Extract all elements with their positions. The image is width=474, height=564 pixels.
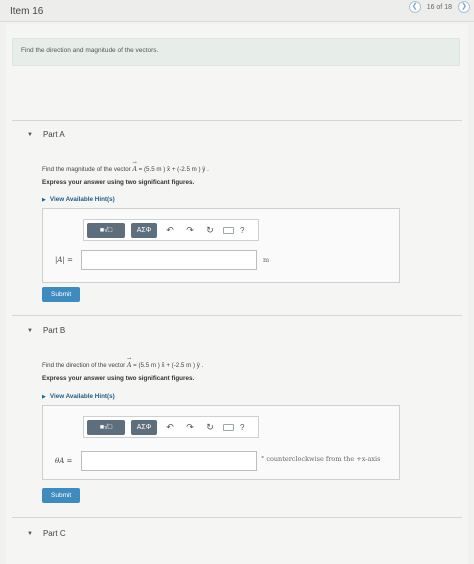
- templates-button[interactable]: ■√□: [87, 222, 125, 238]
- item-title: Item 16: [10, 6, 44, 17]
- pager-count: 16 of 18: [426, 3, 452, 11]
- templates-button[interactable]: ■√□: [87, 419, 125, 435]
- part-b-submit-button[interactable]: Submit: [42, 488, 81, 503]
- redo-icon[interactable]: ↷: [183, 422, 197, 433]
- undo-icon[interactable]: ↶: [163, 422, 177, 433]
- top-bar: Item 16 ❮ 16 of 18 ❯: [0, 0, 474, 22]
- redo-icon[interactable]: ↷: [183, 225, 197, 236]
- part-a-answer-box: ■√□ ΑΣΦ ↶ ↷ ↻ ? |A| = m: [42, 208, 400, 283]
- instruction-banner: Find the direction and magnitude of the …: [12, 38, 460, 66]
- divider: [12, 315, 462, 316]
- part-a-hint-toggle[interactable]: ▶ View Available Hint(s): [42, 196, 115, 203]
- caret-down-icon[interactable]: ▼: [27, 328, 33, 334]
- vector-a-symbol: A: [132, 166, 136, 173]
- reset-icon[interactable]: ↻: [203, 422, 217, 433]
- part-b-answer-input[interactable]: [81, 451, 257, 471]
- part-b-answer-label: θA =: [55, 457, 73, 465]
- keyboard-icon[interactable]: [223, 423, 234, 431]
- part-b-answer-box: ■√□ ΑΣΦ ↶ ↷ ↻ ? θA = ° counterclockwise …: [42, 405, 400, 480]
- caret-right-icon: ▶: [42, 393, 46, 400]
- part-a-submit-button[interactable]: Submit: [42, 287, 81, 302]
- greek-symbols-button[interactable]: ΑΣΦ: [131, 222, 157, 238]
- part-a-math-toolbar: ■√□ ΑΣΦ ↶ ↷ ↻ ?: [83, 219, 259, 241]
- reset-icon[interactable]: ↻: [203, 225, 217, 236]
- help-button[interactable]: ?: [240, 423, 244, 432]
- part-b-question: Find the direction of the vector A = (5.…: [42, 362, 203, 369]
- chevron-right-icon[interactable]: ❯: [458, 1, 470, 13]
- part-b-header[interactable]: ▼ Part B: [27, 326, 65, 335]
- part-a-hint-label[interactable]: View Available Hint(s): [50, 196, 115, 203]
- caret-right-icon: ▶: [42, 196, 46, 203]
- divider: [12, 120, 462, 121]
- part-a-unit: m: [263, 256, 270, 264]
- chevron-left-icon[interactable]: ❮: [408, 1, 421, 13]
- help-button[interactable]: ?: [240, 226, 244, 235]
- assignment-content: Find the direction and magnitude of the …: [6, 24, 468, 564]
- pager: ❮ 16 of 18 ❯: [408, 1, 470, 13]
- part-a-answer-input[interactable]: [81, 250, 257, 270]
- undo-icon[interactable]: ↶: [163, 225, 177, 236]
- caret-down-icon[interactable]: ▼: [27, 132, 33, 138]
- part-b-math-toolbar: ■√□ ΑΣΦ ↶ ↷ ↻ ?: [83, 416, 259, 438]
- part-b-hint-toggle[interactable]: ▶ View Available Hint(s): [42, 393, 115, 400]
- instruction-text: Find the direction and magnitude of the …: [21, 47, 159, 54]
- caret-down-icon[interactable]: ▼: [27, 531, 33, 537]
- part-c-header[interactable]: ▼ Part C: [27, 529, 66, 538]
- greek-symbols-button[interactable]: ΑΣΦ: [131, 419, 157, 435]
- part-a-instruction: Express your answer using two significan…: [42, 179, 195, 186]
- part-a-header[interactable]: ▼ Part A: [27, 130, 65, 139]
- part-a-question: Find the magnitude of the vector A = (5.…: [42, 166, 209, 173]
- divider: [12, 517, 462, 518]
- part-b-unit: ° counterclockwise from the +x-axis: [261, 455, 381, 463]
- part-b-instruction: Express your answer using two significan…: [42, 375, 195, 382]
- keyboard-icon[interactable]: [223, 226, 234, 234]
- part-a-answer-label: |A| =: [55, 256, 73, 264]
- part-b-hint-label[interactable]: View Available Hint(s): [50, 393, 115, 400]
- part-a-label: Part A: [42, 130, 65, 139]
- part-b-label: Part B: [42, 326, 66, 335]
- part-c-label: Part C: [42, 529, 66, 538]
- vector-a-symbol: A: [127, 362, 131, 369]
